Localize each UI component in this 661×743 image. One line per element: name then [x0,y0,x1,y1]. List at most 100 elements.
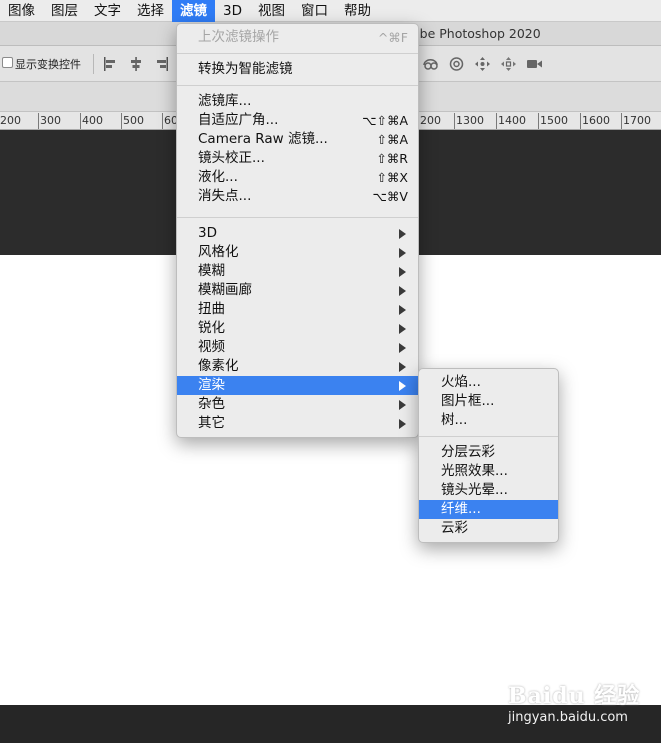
submenu-distort[interactable]: 扭曲 [177,300,418,319]
menu-type[interactable]: 文字 [86,0,129,22]
ruler-tick: 200 [418,113,441,129]
menu-item-label: 渲染 [198,377,225,393]
submenu-arrow-icon [399,305,406,315]
ruler-tick: 400 [80,113,103,129]
submenu-3d[interactable]: 3D [177,224,418,243]
ruler-tick: 200 [0,114,21,127]
submenu-arrow-icon [399,419,406,429]
menu-item-adaptive-wide-angle[interactable]: 自适应广角... ⌥⇧⌘A [177,111,418,130]
menu-item-lens-correction[interactable]: 镜头校正... ⇧⌘R [177,149,418,168]
menu-item-filter-gallery[interactable]: 滤镜库... [177,92,418,111]
menu-item-vanishing-point[interactable]: 消失点... ⌥⌘V [177,187,418,206]
menu-spacer [177,206,418,211]
submenu-arrow-icon [399,286,406,296]
filter-menu: 上次滤镜操作 ^⌘F 转换为智能滤镜 滤镜库... 自适应广角... ⌥⇧⌘A … [176,23,419,438]
menu-select[interactable]: 选择 [129,0,172,22]
menu-item-lens-flare[interactable]: 镜头光晕... [419,481,558,500]
submenu-arrow-icon [399,343,406,353]
watermark-url: jingyan.baidu.com [508,710,628,725]
submenu-video[interactable]: 视频 [177,338,418,357]
menu-item-label: 滤镜库... [198,93,252,109]
menu-item-shortcut: ^⌘F [377,30,408,45]
submenu-arrow-icon [399,267,406,277]
ruler-tick: 1400 [496,113,526,129]
3d-orbit-icon[interactable] [422,56,439,72]
menu-item-label: 像素化 [198,358,239,374]
menu-item-fibers[interactable]: 纤维... [419,500,558,519]
menu-item-label: 其它 [198,415,225,431]
menu-item-label: 上次滤镜操作 [198,29,279,45]
menu-item-label: 自适应广角... [198,112,279,128]
menu-item-shortcut: ⌥⇧⌘A [362,113,408,128]
menu-item-last-filter: 上次滤镜操作 ^⌘F [177,28,418,47]
submenu-blur[interactable]: 模糊 [177,262,418,281]
menu-item-shortcut: ⇧⌘A [376,132,408,147]
video-camera-icon[interactable] [526,56,543,72]
options-divider [93,54,94,74]
3d-roll-icon[interactable] [448,56,465,72]
ruler-tick: 300 [38,113,61,129]
submenu-render[interactable]: 渲染 [177,376,418,395]
show-transform-controls-label[interactable]: 显示变换控件 [15,56,81,72]
menu-filter[interactable]: 滤镜 [172,0,215,22]
menu-3d[interactable]: 3D [215,0,250,22]
menu-item-label: 杂色 [198,396,225,412]
align-right-edges-icon[interactable] [154,56,170,72]
submenu-arrow-icon [399,362,406,372]
menu-image[interactable]: 图像 [0,0,43,22]
submenu-arrow-icon [399,248,406,258]
menu-layer[interactable]: 图层 [43,0,86,22]
menu-item-label: 镜头校正... [198,150,265,166]
window-title: obe Photoshop 2020 [412,26,541,41]
submenu-pixelate[interactable]: 像素化 [177,357,418,376]
menu-help[interactable]: 帮助 [336,0,379,22]
submenu-arrow-icon [399,324,406,334]
menu-window[interactable]: 窗口 [293,0,336,22]
menu-item-convert-smart-filters[interactable]: 转换为智能滤镜 [177,60,418,79]
submenu-blur-gallery[interactable]: 模糊画廊 [177,281,418,300]
menu-item-label: 模糊 [198,263,225,279]
menu-view[interactable]: 视图 [250,0,293,22]
menu-item-camera-raw[interactable]: Camera Raw 滤镜... ⇧⌘A [177,130,418,149]
3d-pan-icon[interactable] [474,56,491,72]
ruler-tick: 1700 [621,113,651,129]
menu-item-label: Camera Raw 滤镜... [198,131,328,147]
submenu-stylize[interactable]: 风格化 [177,243,418,262]
menu-item-difference-clouds[interactable]: 分层云彩 [419,443,558,462]
menu-item-label: 3D [198,225,217,241]
menu-item-label: 液化... [198,169,238,185]
menu-item-flame[interactable]: 火焰... [419,373,558,392]
submenu-arrow-icon [399,381,406,391]
menu-item-tree[interactable]: 树... [419,411,558,430]
menu-item-label: 锐化 [198,320,225,336]
submenu-arrow-icon [399,229,406,239]
menu-item-lighting-effects[interactable]: 光照效果... [419,462,558,481]
submenu-sharpen[interactable]: 锐化 [177,319,418,338]
submenu-other[interactable]: 其它 [177,414,418,433]
render-submenu: 火焰... 图片框... 树... 分层云彩 光照效果... 镜头光晕... 纤… [418,368,559,543]
menu-item-shortcut: ⇧⌘R [376,151,408,166]
watermark-logo: Baidu 经验 [508,683,641,709]
show-transform-controls-checkbox[interactable] [2,57,13,68]
menu-item-clouds[interactable]: 云彩 [419,519,558,538]
menu-item-label: 模糊画廊 [198,282,252,298]
baidu-jingyan-watermark: Baidu 经验 jingyan.baidu.com [504,678,654,734]
menu-divider [177,85,418,86]
menu-item-liquify[interactable]: 液化... ⇧⌘X [177,168,418,187]
submenu-noise[interactable]: 杂色 [177,395,418,414]
menu-item-shortcut: ⌥⌘V [372,189,408,204]
menu-item-shortcut: ⇧⌘X [376,170,408,185]
ruler-tick: 1600 [580,113,610,129]
3d-slide-icon[interactable] [500,56,517,72]
submenu-arrow-icon [399,400,406,410]
menu-divider [177,217,418,218]
align-left-edges-icon[interactable] [102,56,118,72]
menu-bar: 图像 图层 文字 选择 滤镜 3D 视图 窗口 帮助 [0,0,661,22]
ruler-tick: 1300 [454,113,484,129]
align-horizontal-centers-icon[interactable] [128,56,144,72]
menu-item-label: 消失点... [198,188,252,204]
ruler-tick: 500 [121,113,144,129]
menu-item-picture-frame[interactable]: 图片框... [419,392,558,411]
ruler-tick: 1500 [538,113,568,129]
menu-item-label: 扭曲 [198,301,225,317]
